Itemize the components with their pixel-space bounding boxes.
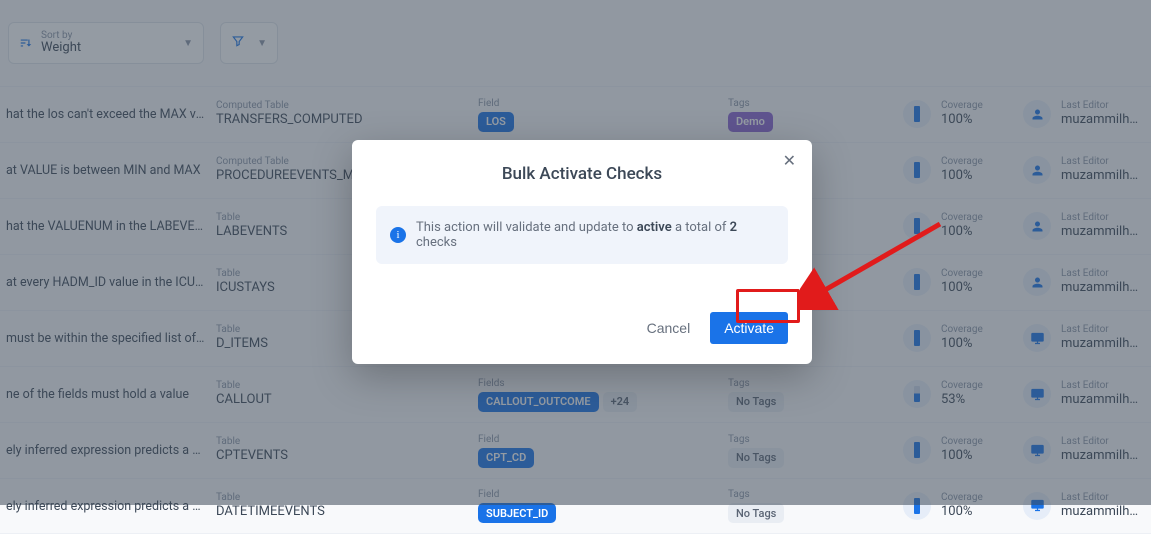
dialog-info-text: This action will validate and update to …: [416, 220, 774, 250]
dialog-title: Bulk Activate Checks: [376, 164, 788, 184]
field-badge: SUBJECT_ID: [478, 503, 556, 523]
last-editor-name: muzammilhasa.: [1061, 504, 1145, 521]
bulk-activate-dialog: ✕ Bulk Activate Checks i This action wil…: [352, 140, 812, 364]
cancel-button[interactable]: Cancel: [643, 312, 695, 344]
no-tags-badge: No Tags: [728, 503, 784, 523]
close-icon: ✕: [783, 153, 796, 170]
info-icon: i: [390, 227, 406, 243]
activate-button[interactable]: Activate: [710, 312, 788, 344]
table-name: DATETIMEEVENTS: [216, 504, 468, 521]
close-button[interactable]: ✕: [783, 154, 796, 170]
dialog-info: i This action will validate and update t…: [376, 206, 788, 264]
coverage-value: 100%: [941, 504, 983, 521]
